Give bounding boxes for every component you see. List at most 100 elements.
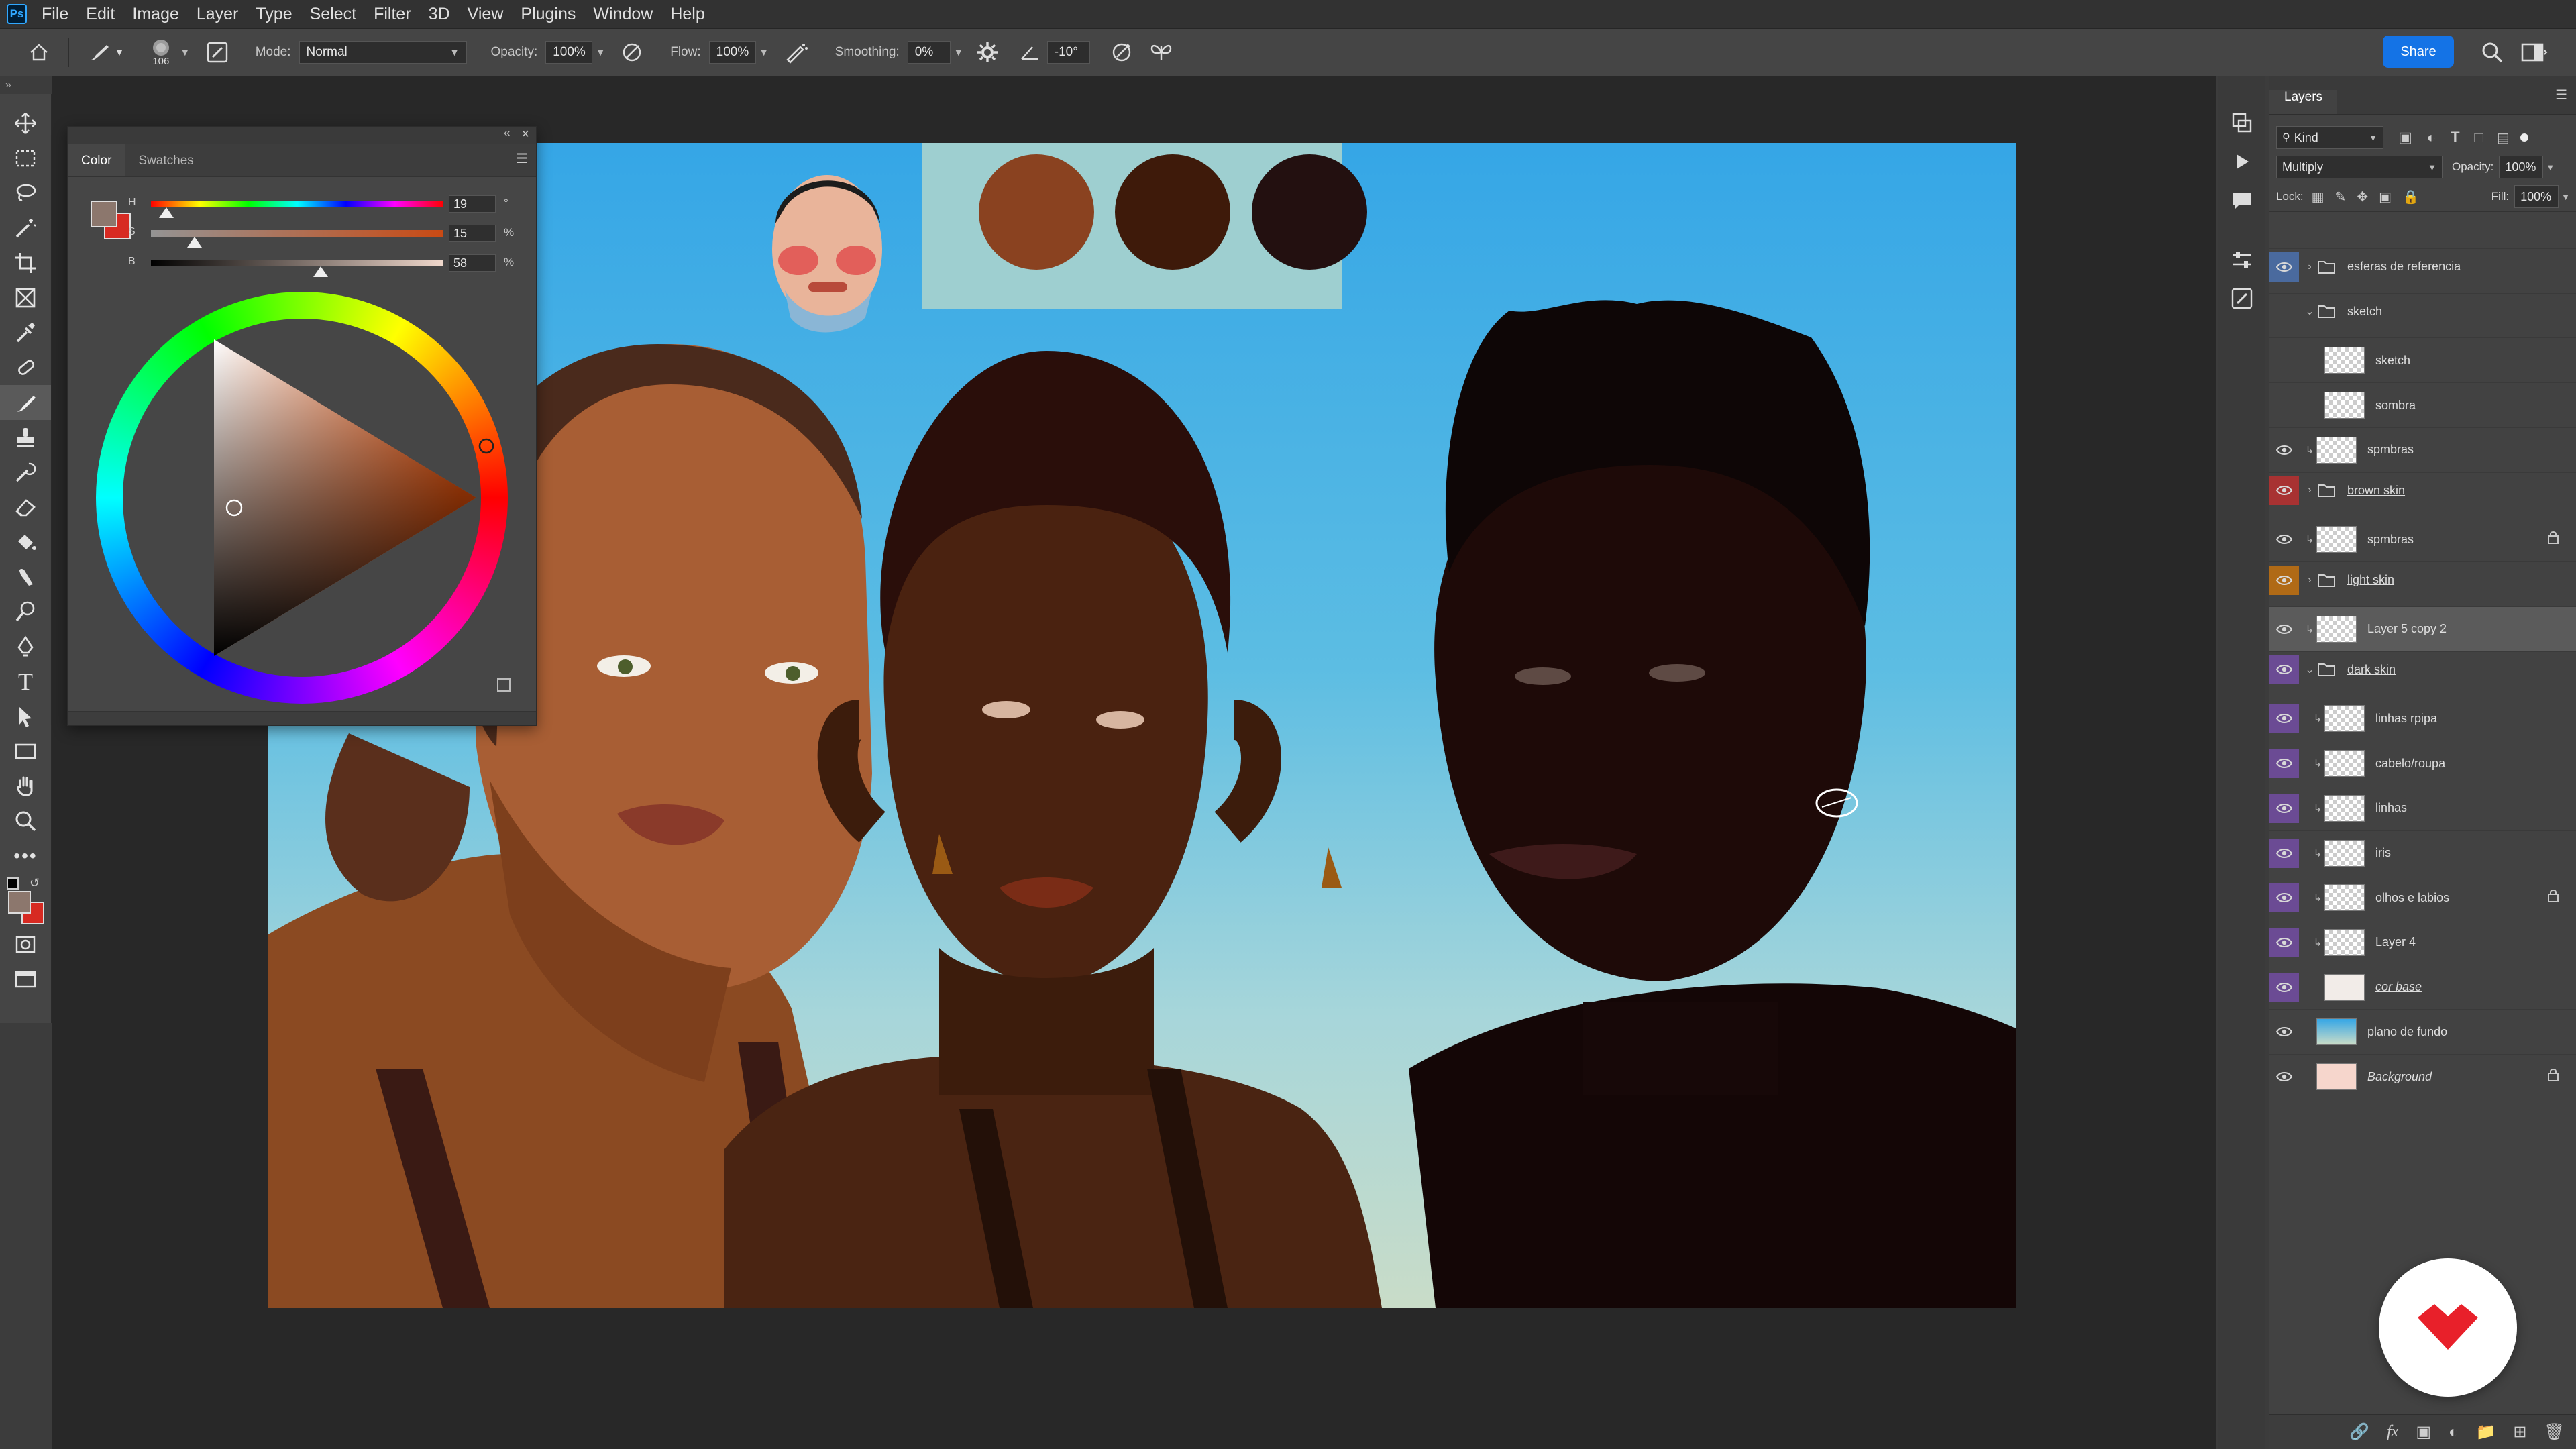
- tab-swatches[interactable]: Swatches: [125, 154, 207, 176]
- pen-tool-icon[interactable]: [0, 629, 51, 664]
- layer-thumbnail[interactable]: [2324, 928, 2365, 956]
- actions-play-icon[interactable]: [2218, 142, 2265, 181]
- chevron-down-icon[interactable]: ▼: [951, 41, 967, 64]
- history-brush-tool-icon[interactable]: [0, 455, 51, 490]
- layer-thumbnail[interactable]: [2324, 705, 2365, 733]
- filter-type-icon[interactable]: T: [2451, 129, 2459, 146]
- visibility-eye-icon[interactable]: [2269, 749, 2299, 779]
- layer-name[interactable]: brown skin: [2347, 484, 2405, 498]
- layer-name[interactable]: cabelo/roupa: [2375, 757, 2445, 771]
- layer-row[interactable]: ↳ Layer 4: [2269, 919, 2576, 965]
- magic-wand-tool-icon[interactable]: [0, 211, 51, 246]
- menu-image[interactable]: Image: [132, 5, 178, 24]
- visibility-eye-icon[interactable]: [2269, 793, 2299, 823]
- layer-row[interactable]: ↳ olhos e labios: [2269, 875, 2576, 920]
- layer-name[interactable]: sombra: [2375, 398, 2416, 413]
- chevron-down-icon[interactable]: ▼: [2561, 192, 2570, 202]
- paint-bucket-tool-icon[interactable]: [0, 525, 51, 559]
- layer-name[interactable]: linhas rpipa: [2375, 712, 2437, 726]
- filter-pixel-icon[interactable]: ▣: [2398, 129, 2412, 146]
- chevron-right-icon[interactable]: ›: [2303, 484, 2316, 496]
- quick-mask-icon[interactable]: [0, 927, 51, 962]
- layer-row[interactable]: ↳ linhas: [2269, 785, 2576, 830]
- menu-plugins[interactable]: Plugins: [521, 5, 576, 24]
- swap-colors-icon[interactable]: ↺: [30, 876, 40, 890]
- layer-name[interactable]: Background: [2367, 1070, 2432, 1084]
- crop-tool-icon[interactable]: [0, 246, 51, 280]
- layer-thumbnail[interactable]: [2324, 347, 2365, 374]
- delete-layer-trash-icon[interactable]: 🗑: [2544, 1422, 2565, 1442]
- menu-help[interactable]: Help: [670, 5, 704, 24]
- layer-group-row[interactable]: ⌄ dark skin: [2269, 651, 2576, 688]
- visibility-eye-icon[interactable]: [2269, 390, 2299, 420]
- pressure-opacity-icon[interactable]: [621, 36, 643, 69]
- layer-thumbnail[interactable]: [2324, 839, 2365, 867]
- lock-image-icon[interactable]: ✎: [2335, 189, 2347, 205]
- more-tools-icon[interactable]: •••: [0, 839, 51, 873]
- foreground-color-swatch[interactable]: [8, 891, 31, 914]
- expand-wheel-icon[interactable]: [497, 678, 511, 692]
- visibility-eye-icon[interactable]: [2269, 345, 2299, 375]
- new-group-folder-icon[interactable]: 📁: [2476, 1422, 2496, 1442]
- visibility-eye-icon[interactable]: [2269, 614, 2299, 644]
- chevron-right-icon[interactable]: ›: [2303, 261, 2316, 273]
- layer-group-row[interactable]: › brown skin: [2269, 472, 2576, 508]
- new-layer-icon[interactable]: ⊞: [2513, 1422, 2526, 1442]
- chevron-down-icon[interactable]: ⌄: [2303, 305, 2316, 318]
- visibility-eye-icon[interactable]: [2269, 655, 2299, 685]
- visibility-eye-icon[interactable]: [2269, 838, 2299, 868]
- menu-view[interactable]: View: [468, 5, 504, 24]
- layer-name[interactable]: dark skin: [2347, 663, 2396, 677]
- path-selection-tool-icon[interactable]: [0, 699, 51, 734]
- layer-style-fx-icon[interactable]: fx: [2387, 1423, 2398, 1441]
- layer-name[interactable]: spmbras: [2367, 533, 2414, 547]
- visibility-eye-icon[interactable]: [2269, 704, 2299, 734]
- brush-angle-field[interactable]: -10°: [1046, 41, 1090, 64]
- history-icon[interactable]: [2218, 103, 2265, 142]
- layer-thumbnail[interactable]: [2324, 794, 2365, 822]
- comments-icon[interactable]: [2218, 181, 2265, 220]
- screen-mode-icon[interactable]: [0, 962, 51, 997]
- layer-name[interactable]: Layer 5 copy 2: [2367, 622, 2447, 636]
- eyedropper-tool-icon[interactable]: [0, 315, 51, 350]
- adjustment-layer-icon[interactable]: ◐: [2449, 1423, 2459, 1442]
- color-panel-titlebar[interactable]: « ×: [68, 126, 536, 144]
- close-icon[interactable]: ×: [521, 127, 529, 142]
- menu-select[interactable]: Select: [310, 5, 356, 24]
- smudge-tool-icon[interactable]: [0, 559, 51, 594]
- saturation-slider-thumb[interactable]: [187, 237, 203, 248]
- menu-filter[interactable]: Filter: [374, 5, 411, 24]
- brush-tool-preset-icon[interactable]: ▼: [88, 36, 124, 69]
- move-tool-icon[interactable]: [0, 106, 51, 141]
- saturation-value-field[interactable]: 15: [449, 225, 496, 242]
- brush-tool-icon[interactable]: [0, 385, 51, 420]
- link-layers-icon[interactable]: 🔗: [2349, 1422, 2369, 1442]
- visibility-eye-icon[interactable]: [2269, 1017, 2299, 1046]
- layer-row[interactable]: ↳ spmbras: [2269, 517, 2576, 561]
- filter-adjustment-icon[interactable]: ◐: [2427, 129, 2436, 146]
- layer-thumbnail[interactable]: [2324, 884, 2365, 912]
- layer-row[interactable]: ↳ spmbras: [2269, 427, 2576, 472]
- layer-row[interactable]: plano de fundo: [2269, 1009, 2576, 1054]
- hue-slider-thumb[interactable]: [159, 207, 174, 218]
- brightness-slider[interactable]: [151, 260, 443, 266]
- visibility-eye-icon[interactable]: [2269, 476, 2299, 506]
- layer-name[interactable]: iris: [2375, 846, 2391, 860]
- tab-color[interactable]: Color: [68, 144, 125, 176]
- visibility-eye-icon[interactable]: [2269, 1062, 2299, 1091]
- tab-layers[interactable]: Layers: [2269, 90, 2338, 114]
- hue-slider[interactable]: [151, 201, 443, 207]
- filter-shape-icon[interactable]: □: [2475, 129, 2483, 146]
- layer-thumbnail[interactable]: [2316, 436, 2357, 464]
- hue-value-field[interactable]: 19: [449, 195, 496, 213]
- chevron-down-icon[interactable]: ▼: [2546, 162, 2555, 172]
- lock-artboard-icon[interactable]: ▣: [2379, 189, 2392, 205]
- blend-mode-select[interactable]: Multiply ▼: [2276, 156, 2443, 178]
- smoothing-field[interactable]: 0%: [907, 41, 951, 64]
- brush-size-picker[interactable]: 106: [144, 36, 178, 69]
- frame-tool-icon[interactable]: [0, 280, 51, 315]
- home-icon[interactable]: [24, 36, 54, 69]
- mode-select[interactable]: Normal ▼: [299, 41, 467, 64]
- visibility-eye-icon[interactable]: [2269, 565, 2299, 595]
- layer-row[interactable]: sketch: [2269, 337, 2576, 382]
